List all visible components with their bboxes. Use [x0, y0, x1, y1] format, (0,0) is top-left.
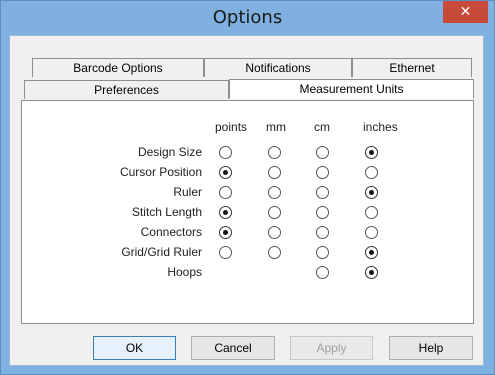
tab-label: Ethernet [389, 61, 435, 75]
radio-inches[interactable] [365, 206, 378, 219]
row-label: Design Size [137, 145, 202, 159]
column-header-inches: inches [363, 120, 398, 134]
tab-label: Preferences [94, 83, 159, 97]
tab-preferences[interactable]: Preferences [24, 80, 229, 99]
ok-button[interactable]: OK [93, 336, 176, 360]
row-label: Grid/Grid Ruler [121, 245, 202, 259]
column-header-mm: mm [266, 120, 286, 134]
radio-inches[interactable] [365, 146, 378, 159]
radio-mm[interactable] [268, 146, 281, 159]
tab-label: Measurement Units [299, 82, 404, 96]
radio-mm[interactable] [268, 246, 281, 259]
radio-inches[interactable] [365, 186, 378, 199]
radio-cm[interactable] [316, 266, 329, 279]
radio-points[interactable] [219, 146, 232, 159]
tab-label: Barcode Options [73, 61, 163, 75]
column-header-points: points [215, 120, 248, 134]
radio-mm[interactable] [268, 226, 281, 239]
close-icon: ✕ [459, 4, 472, 20]
measurement-units-panel: points mm cm inches Design Size Cursor Po… [21, 100, 474, 324]
row-label: Stitch Length [131, 205, 202, 219]
radio-points[interactable] [219, 166, 232, 179]
tab-barcode-options[interactable]: Barcode Options [32, 58, 204, 77]
radio-cm[interactable] [316, 166, 329, 179]
radio-inches[interactable] [365, 226, 378, 239]
tab-notifications[interactable]: Notifications [204, 58, 352, 77]
radio-inches[interactable] [365, 246, 378, 259]
tab-ethernet[interactable]: Ethernet [352, 58, 472, 77]
radio-inches[interactable] [365, 266, 378, 279]
radio-mm[interactable] [268, 166, 281, 179]
close-button[interactable]: ✕ [443, 1, 488, 23]
tab-measurement-units[interactable]: Measurement Units [229, 79, 474, 99]
radio-points[interactable] [219, 226, 232, 239]
radio-inches[interactable] [365, 166, 378, 179]
title-bar: Options ✕ [1, 1, 494, 35]
radio-cm[interactable] [316, 146, 329, 159]
radio-cm[interactable] [316, 226, 329, 239]
dialog-title: Options [212, 7, 283, 28]
radio-mm[interactable] [268, 206, 281, 219]
apply-button[interactable]: Apply [290, 336, 373, 360]
radio-cm[interactable] [316, 246, 329, 259]
radio-mm[interactable] [268, 186, 281, 199]
radio-points[interactable] [219, 246, 232, 259]
row-label: Ruler [173, 185, 202, 199]
tab-label: Notifications [245, 61, 311, 75]
radio-cm[interactable] [316, 186, 329, 199]
row-label: Cursor Position [119, 165, 202, 179]
help-button[interactable]: Help [389, 336, 473, 360]
radio-cm[interactable] [316, 206, 329, 219]
cancel-button[interactable]: Cancel [191, 336, 275, 360]
radio-points[interactable] [219, 186, 232, 199]
radio-points[interactable] [219, 206, 232, 219]
column-header-cm: cm [314, 120, 330, 134]
row-label: Connectors [140, 225, 202, 239]
row-label: Hoops [167, 265, 202, 279]
